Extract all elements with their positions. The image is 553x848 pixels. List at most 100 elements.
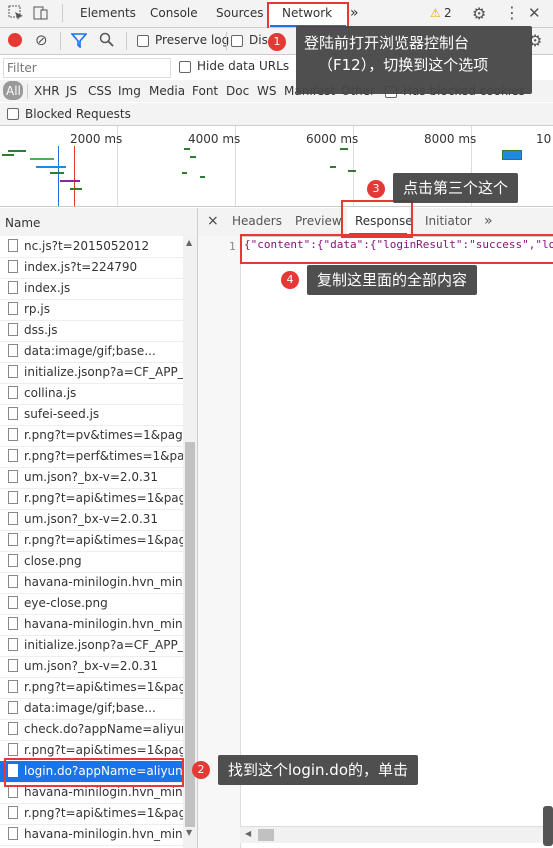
record-icon[interactable] (8, 33, 22, 47)
filter-funnel-icon[interactable] (70, 32, 88, 51)
tab-headers[interactable]: Headers (232, 207, 282, 235)
kebab-menu-icon[interactable]: ⋮ (504, 3, 520, 22)
request-name: havana-minilogin.hvn_minilog (24, 575, 183, 589)
request-row[interactable]: r.png?t=api&times=1&page= (0, 488, 183, 510)
highlight-response-body (240, 234, 553, 264)
request-row[interactable]: nc.js?t=2015052012 (0, 236, 183, 258)
type-filter-img[interactable]: Img (118, 84, 141, 98)
timeline-tick-label: 6000 ms (306, 132, 359, 146)
disable-cache-checkbox[interactable] (231, 35, 243, 47)
request-row[interactable]: close.png (0, 551, 183, 573)
request-row[interactable]: um.json?_bx-v=2.0.31 (0, 509, 183, 531)
hide-data-urls-checkbox[interactable] (179, 61, 191, 73)
request-row[interactable]: data:image/gif;base... (0, 698, 183, 720)
tab-elements[interactable]: Elements (80, 0, 136, 27)
tab-preview[interactable]: Preview (295, 207, 342, 235)
side-handle (543, 806, 553, 846)
divider (27, 84, 28, 99)
divider (226, 32, 227, 50)
file-icon (8, 302, 18, 315)
search-icon[interactable] (99, 32, 115, 51)
annotation-4: 复制这里面的全部内容 (307, 265, 478, 295)
file-icon (8, 323, 18, 336)
waterfall-bar (2, 154, 14, 156)
request-name: r.png?t=api&times=1&page= (24, 533, 183, 547)
timeline-tick-label: 10 (536, 132, 552, 146)
waterfall-bar (340, 148, 348, 150)
file-icon (8, 701, 18, 714)
warning-icon[interactable]: ⚠ (430, 6, 441, 20)
divider (126, 32, 127, 50)
type-filter-media[interactable]: Media (149, 84, 185, 98)
request-row[interactable]: index.js (0, 278, 183, 300)
request-row[interactable]: index.js?t=224790 (0, 257, 183, 279)
device-toolbar-icon[interactable] (33, 5, 49, 25)
file-icon (8, 575, 18, 588)
request-row[interactable]: havana-minilogin.hvn_minilog (0, 572, 183, 594)
request-name: initialize.jsonp?a=CF_APP_TBL (24, 638, 183, 652)
more-detail-tabs-button[interactable]: » (484, 207, 493, 235)
warning-count[interactable]: 2 (444, 6, 452, 20)
type-filter-font[interactable]: Font (192, 84, 218, 98)
close-detail-icon[interactable]: × (207, 207, 219, 235)
tab-initiator[interactable]: Initiator (425, 207, 472, 235)
type-filter-css[interactable]: CSS (88, 84, 112, 98)
response-horizontal-scrollbar[interactable] (240, 826, 553, 843)
highlight-login-do-row (4, 758, 184, 787)
settings-gear-icon[interactable]: ⚙ (472, 4, 486, 23)
request-row[interactable]: dss.js (0, 320, 183, 342)
request-row[interactable]: r.png?t=perf&times=1&page (0, 446, 183, 468)
horizontal-scroll-thumb[interactable] (258, 829, 274, 841)
type-filter-doc[interactable]: Doc (226, 84, 249, 98)
file-icon (8, 554, 18, 567)
step-number-1: 1 (268, 33, 286, 51)
blocked-requests-checkbox[interactable] (7, 108, 19, 120)
tab-console[interactable]: Console (150, 0, 198, 27)
request-row[interactable]: r.png?t=api&times=1&page= (0, 803, 183, 825)
request-row[interactable]: um.json?_bx-v=2.0.31 (0, 656, 183, 678)
file-icon (8, 344, 18, 357)
filter-input[interactable] (3, 58, 171, 78)
clear-icon[interactable]: ⊘ (35, 31, 48, 49)
domcontentloaded-line (58, 146, 59, 206)
request-row[interactable]: sufei-seed.js (0, 404, 183, 426)
more-tabs-button[interactable]: » (350, 0, 359, 27)
request-row[interactable]: data:image/gif;base... (0, 341, 183, 363)
request-row[interactable]: initialize.jsonp?a=CF_APP_TBL (0, 362, 183, 384)
line-number: 1 (229, 240, 236, 253)
close-devtools-icon[interactable]: ✕ (528, 4, 541, 22)
waterfall-bar (190, 156, 196, 158)
type-filter-ws[interactable]: WS (257, 84, 276, 98)
request-row[interactable]: collina.js (0, 383, 183, 405)
request-row[interactable]: havana-minilogin.hvn_minilog (0, 824, 183, 846)
scroll-up-icon[interactable]: ▲ (186, 238, 192, 247)
divider (62, 4, 63, 22)
hide-data-urls-label: Hide data URLs (197, 59, 290, 73)
request-row[interactable]: havana-minilogin.hvn_minilog (0, 614, 183, 636)
request-name: index.js (24, 281, 71, 295)
tab-sources[interactable]: Sources (216, 0, 263, 27)
file-icon (8, 680, 18, 693)
request-name: havana-minilogin.hvn_minilog (24, 827, 183, 841)
request-row[interactable]: check.do?appName=aliyun_d (0, 719, 183, 741)
request-row[interactable]: initialize.jsonp?a=CF_APP_TBL (0, 635, 183, 657)
type-filter-js[interactable]: JS (66, 84, 77, 98)
scroll-down-icon[interactable]: ▼ (186, 828, 192, 837)
request-row[interactable]: r.png?t=api&times=1&page= (0, 530, 183, 552)
request-row[interactable]: r.png?t=pv&times=1&page= (0, 425, 183, 447)
request-row[interactable]: rp.js (0, 299, 183, 321)
preserve-log-checkbox[interactable] (137, 35, 149, 47)
request-name: sufei-seed.js (24, 407, 100, 421)
scroll-left-icon[interactable]: ◀ (245, 829, 251, 838)
waterfall-bar (200, 176, 205, 178)
file-icon (8, 428, 18, 441)
type-filter-all[interactable]: All (6, 84, 21, 98)
request-row[interactable]: r.png?t=api&times=1&page= (0, 677, 183, 699)
request-row[interactable]: eye-close.png (0, 593, 183, 615)
request-name: havana-minilogin.hvn_minilog (24, 617, 183, 631)
request-row[interactable]: um.json?_bx-v=2.0.31 (0, 467, 183, 489)
type-filter-xhr[interactable]: XHR (34, 84, 60, 98)
waterfall-bar (70, 188, 82, 190)
load-line (74, 146, 75, 206)
inspect-element-icon[interactable] (8, 5, 24, 25)
